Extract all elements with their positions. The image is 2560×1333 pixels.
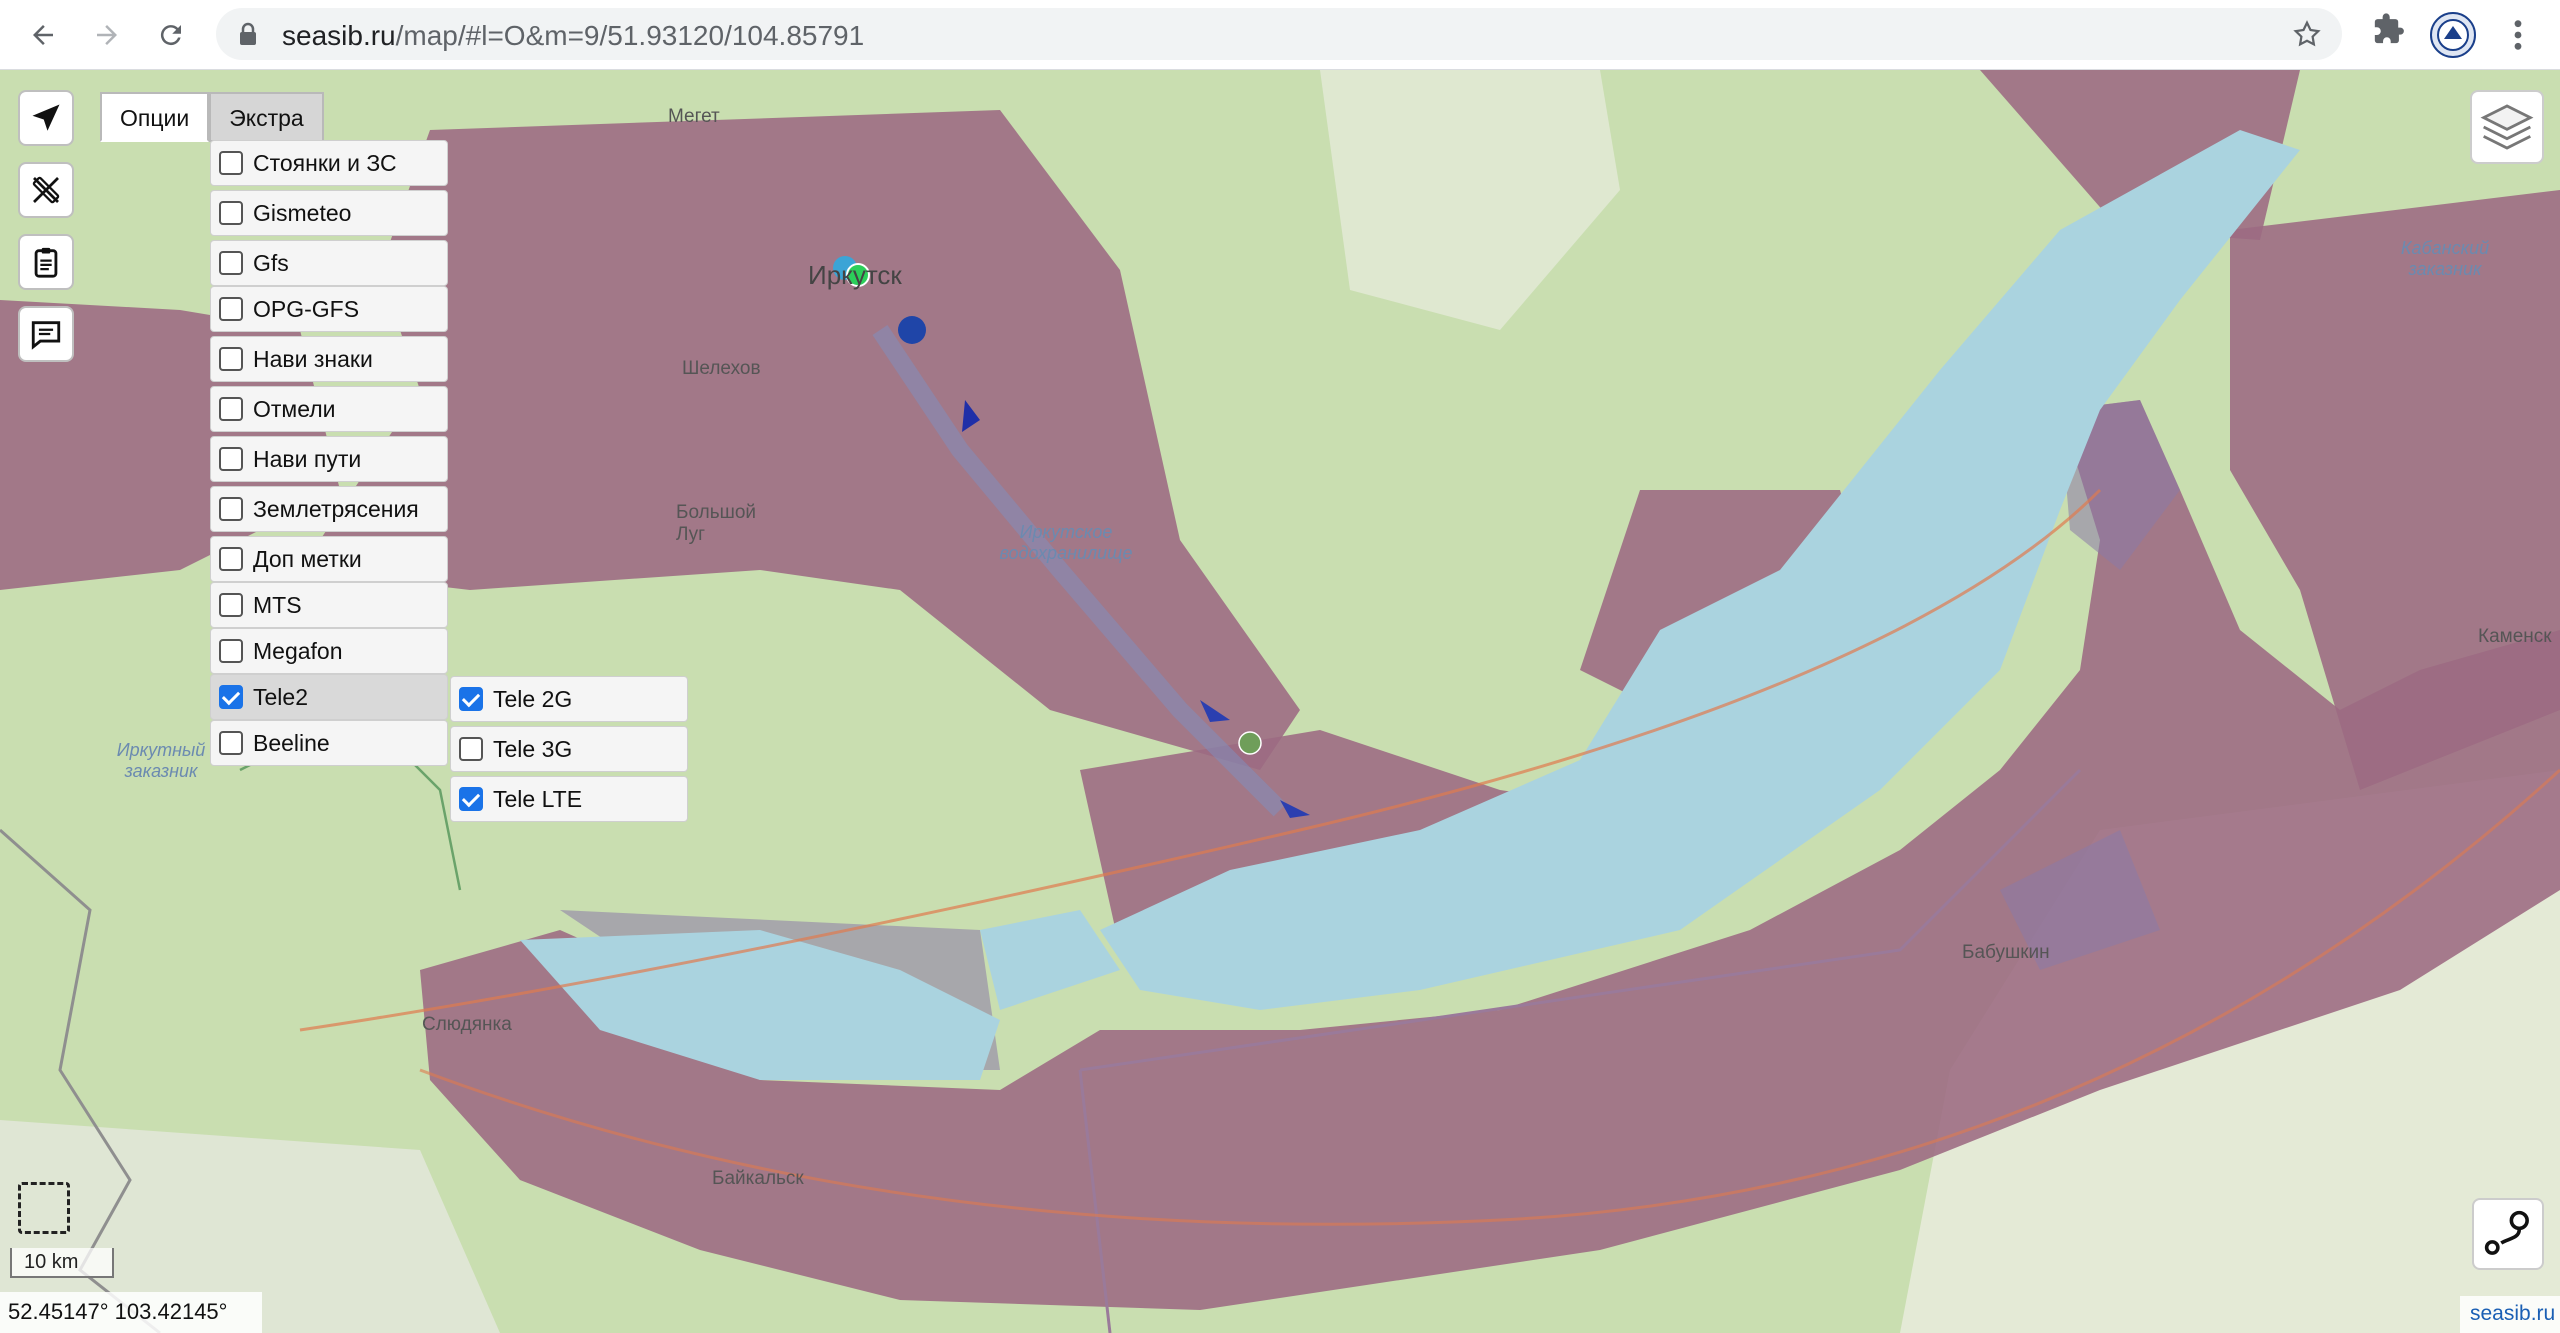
option-gismeteo[interactable]: Gismeteo	[210, 190, 448, 236]
checkbox[interactable]	[219, 397, 243, 421]
option-label: Tele 3G	[493, 735, 573, 762]
option-label: Нави знаки	[253, 345, 373, 372]
option-beeline[interactable]: Beeline	[210, 720, 448, 766]
place-kamensk: Каменск	[2478, 626, 2552, 647]
reload-button[interactable]	[146, 10, 196, 60]
option-стоянки-и-зс[interactable]: Стоянки и ЗС	[210, 140, 448, 186]
place-meget: Мегет	[668, 106, 720, 127]
option-доп-метки[interactable]: Доп метки	[210, 536, 448, 582]
option-label: MTS	[253, 591, 302, 618]
lock-icon	[240, 22, 256, 45]
option-label: Tele2	[253, 683, 308, 710]
option-label: Нави пути	[253, 445, 362, 472]
option-label: Beeline	[253, 729, 330, 756]
option-отмели[interactable]: Отмели	[210, 386, 448, 432]
scale-bar: 10 km	[10, 1248, 114, 1278]
option-label: Доп метки	[253, 545, 362, 572]
place-shelekhov: Шелехов	[682, 358, 761, 379]
checkbox[interactable]	[219, 497, 243, 521]
checkbox[interactable]	[219, 447, 243, 471]
checkbox[interactable]	[219, 547, 243, 571]
option-label: Tele LTE	[493, 785, 583, 812]
option-mts[interactable]: MTS	[210, 582, 448, 628]
route-pin-icon	[2484, 1210, 2529, 1255]
url-text: seasib.ru/map/#l=O&m=9/51.93120/104.8579…	[282, 20, 864, 52]
option-tele-3g[interactable]: Tele 3G	[450, 726, 688, 772]
option-tele2[interactable]: Tele2	[210, 674, 448, 720]
option-label: Отмели	[253, 395, 336, 422]
place-irkutsk-reservoir: Иркутское водохранилище	[999, 522, 1133, 563]
panel-tabs: Опции Экстра	[100, 92, 324, 142]
option-label: Gismeteo	[253, 199, 352, 226]
option-label: OPG-GFS	[253, 295, 360, 322]
checkbox[interactable]	[459, 737, 483, 761]
checkbox[interactable]	[219, 151, 243, 175]
checkbox[interactable]	[219, 639, 243, 663]
clipboard-button[interactable]	[18, 234, 74, 290]
option-label: Землетрясения	[253, 495, 419, 522]
clipboard-icon	[34, 247, 58, 278]
bookmark-star-icon[interactable]	[2292, 19, 2322, 49]
layers-icon	[2480, 104, 2534, 150]
tab-extra[interactable]: Экстра	[209, 92, 324, 142]
profile-avatar[interactable]	[2430, 12, 2476, 58]
option-tele-lte[interactable]: Tele LTE	[450, 776, 688, 822]
option-землетрясения[interactable]: Землетрясения	[210, 486, 448, 532]
checkbox[interactable]	[219, 685, 243, 709]
url-path: /map/#l=O&m=9/51.93120/104.85791	[395, 20, 865, 51]
place-slyudyanka: Слюдянка	[422, 1014, 512, 1035]
attribution-link[interactable]: seasib.ru	[2460, 1296, 2560, 1333]
checkbox[interactable]	[219, 593, 243, 617]
checkbox[interactable]	[219, 251, 243, 275]
place-kabansky-zakaznik: Кабанский заказник	[2400, 238, 2490, 279]
forward-button[interactable]	[82, 10, 132, 60]
chat-bubble-icon	[31, 321, 61, 350]
place-irkutny-zakaznik: Иркутный заказник	[116, 740, 206, 781]
layers-button[interactable]	[2470, 90, 2544, 164]
ruler-cross-icon	[32, 176, 60, 204]
map-canvas[interactable]: Мегет Иркутск Шелехов Большой Луг Иркутс…	[0, 70, 2560, 1333]
box-select-button[interactable]	[18, 1182, 70, 1234]
reload-icon	[160, 25, 181, 46]
more-menu-icon[interactable]	[2506, 18, 2530, 52]
browser-toolbar: seasib.ru/map/#l=O&m=9/51.93120/104.8579…	[0, 0, 2560, 70]
option-нави-знаки[interactable]: Нави знаки	[210, 336, 448, 382]
checkbox[interactable]	[459, 687, 483, 711]
arrow-left-icon	[33, 25, 53, 45]
extensions-icon[interactable]	[2372, 12, 2406, 46]
place-irkutsk: Иркутск	[808, 260, 902, 290]
place-babushkin: Бабушкин	[1962, 942, 2050, 963]
arrow-right-icon	[97, 25, 117, 45]
back-button[interactable]	[18, 10, 68, 60]
route-button[interactable]	[2472, 1198, 2544, 1270]
locate-button[interactable]	[18, 90, 74, 146]
option-tele-2g[interactable]: Tele 2G	[450, 676, 688, 722]
tab-options[interactable]: Опции	[100, 92, 210, 142]
profile-emblem-icon	[2437, 19, 2469, 51]
option-label: Gfs	[253, 249, 289, 276]
checkbox[interactable]	[459, 787, 483, 811]
url-host: seasib.ru	[282, 20, 396, 51]
option-label: Стоянки и ЗС	[253, 149, 397, 176]
option-нави-пути[interactable]: Нави пути	[210, 436, 448, 482]
navigation-arrow-icon	[32, 104, 60, 131]
option-gfs[interactable]: Gfs	[210, 240, 448, 286]
address-bar[interactable]: seasib.ru/map/#l=O&m=9/51.93120/104.8579…	[216, 8, 2342, 60]
measure-button[interactable]	[18, 162, 74, 218]
place-bolshoy-lug: Большой Луг	[676, 502, 757, 545]
option-label: Megafon	[253, 637, 343, 664]
checkbox[interactable]	[219, 297, 243, 321]
checkbox[interactable]	[219, 347, 243, 371]
option-label: Tele 2G	[493, 685, 573, 712]
place-baikalsk: Байкальск	[712, 1168, 804, 1189]
chat-button[interactable]	[18, 306, 74, 362]
checkbox[interactable]	[219, 731, 243, 755]
cursor-coordinates: 52.45147° 103.42145°	[0, 1292, 262, 1333]
option-megafon[interactable]: Megafon	[210, 628, 448, 674]
checkbox[interactable]	[219, 201, 243, 225]
option-opg-gfs[interactable]: OPG-GFS	[210, 286, 448, 332]
